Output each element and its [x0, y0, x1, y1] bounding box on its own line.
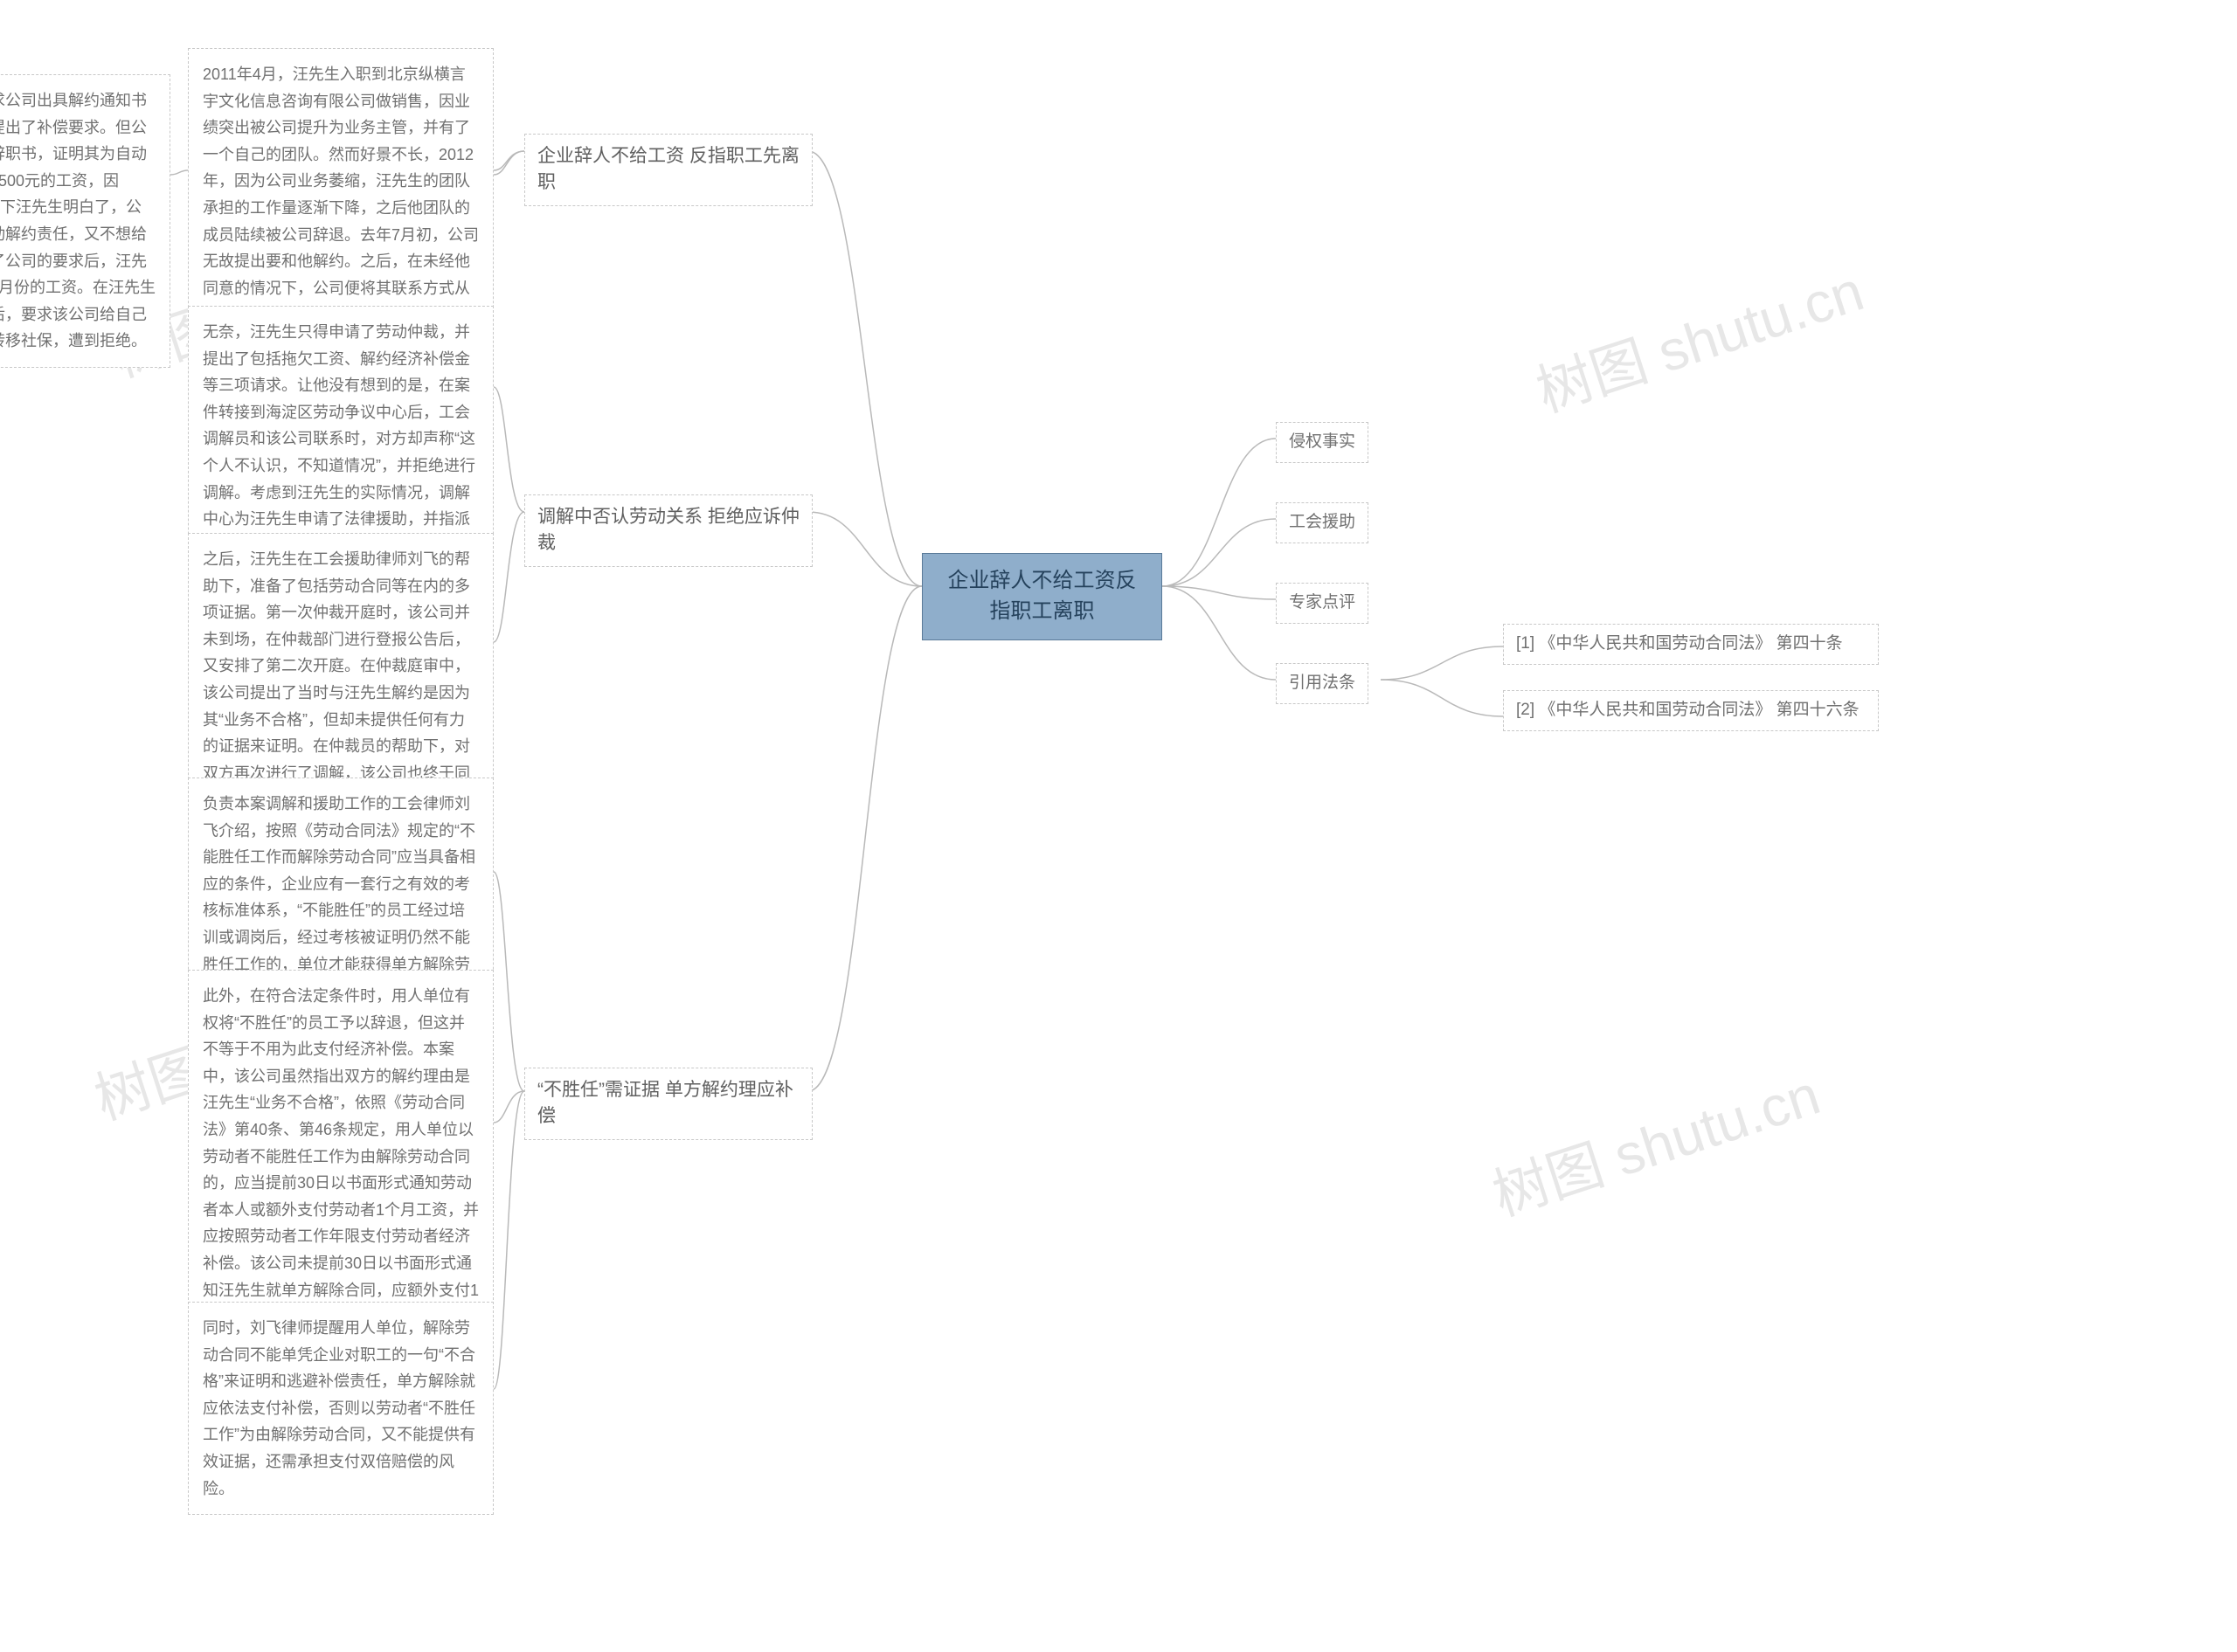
section1-heading[interactable]: 企业辞人不给工资 反指职工先离职 [524, 134, 813, 206]
section1-heading-text: 企业辞人不给工资 反指职工先离职 [537, 146, 800, 192]
section1-detail-b-text: 为此，汪先生要求公司出具解约通知书和离职证明，并提出了补偿要求。但公司却要求他填… [0, 92, 156, 349]
citation-1[interactable]: [1] 《中华人民共和国劳动合同法》 第四十条 [1503, 624, 1879, 665]
right-item-1-label: 侵权事实 [1289, 432, 1355, 451]
watermark: 树图 shutu.cn [1481, 1050, 1828, 1231]
right-item-4-label: 引用法条 [1289, 674, 1355, 692]
citation-1-text: [1] 《中华人民共和国劳动合同法》 第四十条 [1516, 634, 1843, 653]
right-item-2-label: 工会援助 [1289, 513, 1355, 531]
watermark: 树图 shutu.cn [1525, 246, 1872, 427]
section3-detail-c-text: 同时，刘飞律师提醒用人单位，解除劳动合同不能单凭企业对职工的一句“不合格”来证明… [203, 1319, 475, 1497]
right-item-3[interactable]: 专家点评 [1276, 583, 1368, 624]
right-item-4[interactable]: 引用法条 [1276, 663, 1368, 704]
section2-heading[interactable]: 调解中否认劳动关系 拒绝应诉仲裁 [524, 494, 813, 567]
citation-2-text: [2] 《中华人民共和国劳动合同法》 第四十六条 [1516, 701, 1860, 719]
right-item-3-label: 专家点评 [1289, 593, 1355, 612]
section3-heading-text: “不胜任”需证据 单方解约理应补偿 [537, 1080, 793, 1126]
right-item-2[interactable]: 工会援助 [1276, 502, 1368, 543]
root-title: 企业辞人不给工资反指职工离职 [948, 569, 1137, 623]
section1-detail-b[interactable]: 为此，汪先生要求公司出具解约通知书和离职证明，并提出了补偿要求。但公司却要求他填… [0, 74, 170, 368]
right-item-1[interactable]: 侵权事实 [1276, 422, 1368, 463]
mindmap-canvas: 树图 shutu.cn 树图 shutu.cn 树图 shutu.cn 树图 s… [0, 0, 2237, 1652]
section3-detail-b-text: 此外，在符合法定条件时，用人单位有权将“不胜任”的员工予以辞退，但这并不等于不用… [203, 987, 479, 1352]
section2-heading-text: 调解中否认劳动关系 拒绝应诉仲裁 [537, 507, 800, 553]
citation-2[interactable]: [2] 《中华人民共和国劳动合同法》 第四十六条 [1503, 690, 1879, 731]
section3-detail-c[interactable]: 同时，刘飞律师提醒用人单位，解除劳动合同不能单凭企业对职工的一句“不合格”来证明… [188, 1302, 494, 1515]
section3-heading[interactable]: “不胜任”需证据 单方解约理应补偿 [524, 1068, 813, 1140]
root-node[interactable]: 企业辞人不给工资反指职工离职 [922, 553, 1162, 640]
